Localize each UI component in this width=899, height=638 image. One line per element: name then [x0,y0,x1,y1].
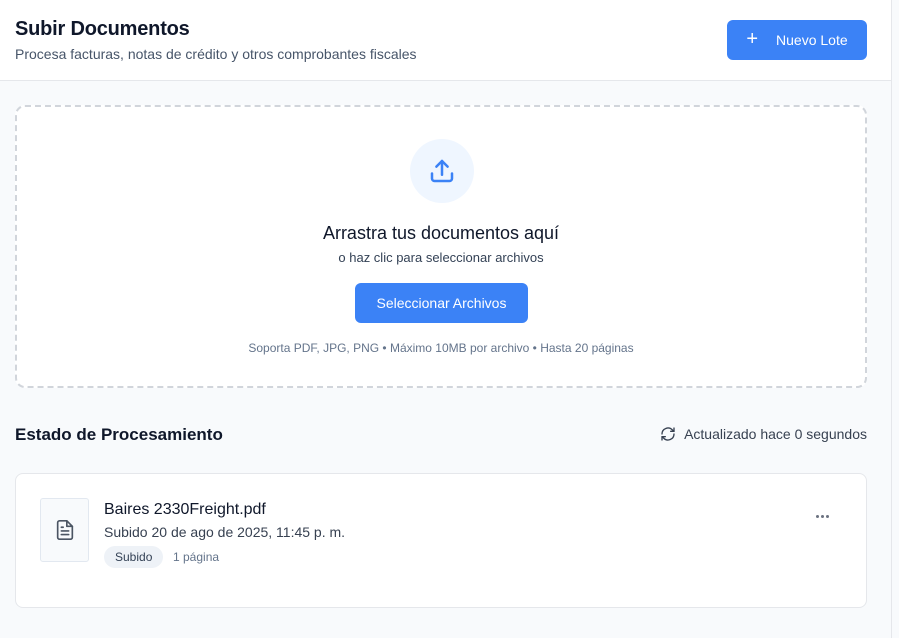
new-batch-button[interactable]: + Nuevo Lote [727,20,867,60]
refresh-status[interactable]: Actualizado hace 0 segundos [660,426,867,442]
dropzone-note: Soporta PDF, JPG, PNG • Máximo 10MB por … [248,341,634,355]
document-card[interactable]: Baires 2330Freight.pdf Subido 20 de ago … [15,473,867,608]
document-upload-date: Subido 20 de ago de 2025, 11:45 p. m. [104,524,346,540]
more-dot [815,514,819,518]
refresh-text: Actualizado hace 0 segundos [684,426,867,442]
scrollbar[interactable] [891,0,899,638]
page-header: Subir Documentos Procesa facturas, notas… [0,0,891,81]
upload-icon [430,159,454,183]
status-badge: Subido [104,546,164,568]
dropzone-title: Arrastra tus documentos aquí [322,223,560,243]
page-count: 1 página [173,550,220,564]
refresh-icon[interactable] [660,426,676,442]
file-text-icon [56,520,73,540]
upload-icon-circle [410,139,474,203]
processing-title: Estado de Procesamiento [15,425,223,444]
more-dot [825,514,829,518]
app: Subir Documentos Procesa facturas, notas… [0,0,899,638]
document-thumbnail [40,498,89,562]
dropzone-subtitle: o haz clic para seleccionar archivos [338,250,544,265]
document-name: Baires 2330Freight.pdf [104,501,266,518]
more-horizontal-icon[interactable] [814,506,830,526]
new-batch-label: Nuevo Lote [776,32,848,48]
page-subtitle: Procesa facturas, notas de crédito y otr… [15,46,417,62]
more-dot [820,514,824,518]
page-title: Subir Documentos [15,18,190,40]
select-files-button[interactable]: Seleccionar Archivos [355,283,528,323]
plus-icon: + [746,28,759,50]
upload-dropzone[interactable]: Arrastra tus documentos aquí o haz clic … [15,105,867,388]
